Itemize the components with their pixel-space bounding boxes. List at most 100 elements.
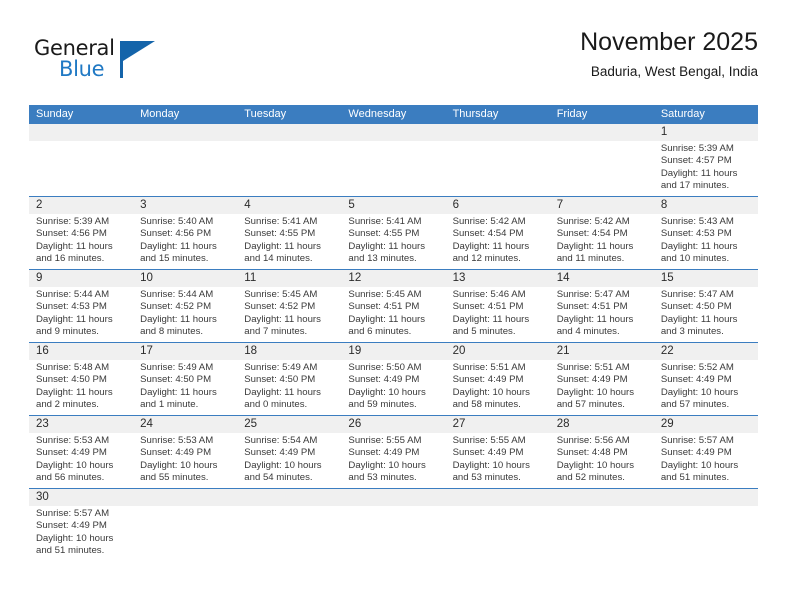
day-cell[interactable]: 25 Sunrise: 5:54 AM Sunset: 4:49 PM Dayligh… (237, 416, 341, 488)
day-cell[interactable]: 19 Sunrise: 5:50 AM Sunset: 4:49 PM Dayligh… (341, 343, 445, 415)
daylight-text-cont: and 52 minutes. (556, 471, 625, 483)
day-cell[interactable]: 16 Sunrise: 5:48 AM Sunset: 4:50 PM Dayligh… (29, 343, 133, 415)
day-number: 10 (140, 272, 153, 284)
day-cell[interactable]: 17 Sunrise: 5:49 AM Sunset: 4:50 PM Dayligh… (133, 343, 237, 415)
sunrise-text: Sunrise: 5:47 AM (556, 289, 630, 300)
logo-text-blue: Blue (59, 57, 105, 81)
day-cell[interactable]: 15 Sunrise: 5:47 AM Sunset: 4:50 PM Dayligh… (654, 270, 758, 342)
sunrise-text: Sunrise: 5:56 AM (556, 435, 630, 446)
day-details: Sunrise: 5:43 AM Sunset: 4:53 PM Daylight:… (661, 216, 752, 265)
day-cell-empty (133, 124, 237, 196)
day-cell[interactable]: 30 Sunrise: 5:57 AM Sunset: 4:49 PM Dayligh… (29, 489, 133, 567)
sunset-text: Sunset: 4:49 PM (244, 447, 316, 459)
day-number: 18 (244, 345, 258, 357)
day-details: Sunrise: 5:56 AM Sunset: 4:48 PM Daylight:… (557, 435, 648, 484)
sunrise-text: Sunrise: 5:46 AM (452, 289, 526, 300)
sunset-text: Sunset: 4:51 PM (452, 301, 524, 313)
day-number: 8 (660, 199, 668, 211)
day-cell[interactable]: 4 Sunrise: 5:41 AM Sunset: 4:55 PM Daylight… (237, 197, 341, 269)
sunrise-text: Sunrise: 5:44 AM (36, 289, 110, 300)
day-cell[interactable]: 11 Sunrise: 5:45 AM Sunset: 4:52 PM Dayligh… (237, 270, 341, 342)
general-blue-logo[interactable]: General Blue (34, 36, 204, 88)
day-details: Sunrise: 5:39 AM Sunset: 4:57 PM Daylight:… (661, 143, 752, 192)
sunrise-text: Sunrise: 5:55 AM (348, 435, 422, 446)
day-number: 20 (452, 345, 466, 357)
day-number: 12 (348, 272, 362, 284)
daylight-text-cont: and 7 minutes. (244, 325, 308, 337)
daylight-text-cont: and 54 minutes. (244, 471, 313, 483)
day-number: 17 (140, 345, 153, 357)
day-cell[interactable]: 22 Sunrise: 5:52 AM Sunset: 4:49 PM Dayligh… (654, 343, 758, 415)
sunrise-text: Sunrise: 5:39 AM (660, 143, 734, 154)
day-details: Sunrise: 5:55 AM Sunset: 4:49 PM Daylight:… (453, 435, 544, 484)
daylight-text-cont: and 11 minutes. (556, 252, 625, 264)
day-cell[interactable]: 8 Sunrise: 5:43 AM Sunset: 4:53 PM Daylight… (654, 197, 758, 269)
sunrise-text: Sunrise: 5:57 AM (660, 435, 734, 446)
calendar-week-row: 30 Sunrise: 5:57 AM Sunset: 4:49 PM Dayligh… (29, 488, 758, 567)
day-cell[interactable]: 29 Sunrise: 5:57 AM Sunset: 4:49 PM Dayligh… (654, 416, 758, 488)
sunrise-text: Sunrise: 5:41 AM (244, 216, 318, 227)
day-details: Sunrise: 5:52 AM Sunset: 4:49 PM Daylight:… (661, 362, 752, 411)
day-cell[interactable]: 2 Sunrise: 5:39 AM Sunset: 4:56 PM Daylight… (29, 197, 133, 269)
calendar-body: 1 Sunrise: 5:39 AM Sunset: 4:57 PM Daylight… (29, 124, 758, 567)
daylight-text: Daylight: 11 hours (556, 240, 634, 252)
daylight-text: Daylight: 11 hours (452, 240, 530, 252)
day-number: 28 (556, 418, 570, 430)
day-cell[interactable]: 6 Sunrise: 5:42 AM Sunset: 4:54 PM Daylight… (446, 197, 550, 269)
daylight-text: Daylight: 11 hours (660, 313, 738, 325)
daylight-text-cont: and 5 minutes. (452, 325, 516, 337)
day-cell[interactable]: 21 Sunrise: 5:51 AM Sunset: 4:49 PM Dayligh… (550, 343, 654, 415)
day-cell[interactable]: 7 Sunrise: 5:42 AM Sunset: 4:54 PM Daylight… (550, 197, 654, 269)
day-cell[interactable]: 12 Sunrise: 5:45 AM Sunset: 4:51 PM Dayligh… (341, 270, 445, 342)
sunset-text: Sunset: 4:49 PM (36, 520, 107, 532)
day-cell[interactable]: 9 Sunrise: 5:44 AM Sunset: 4:53 PM Daylight… (29, 270, 133, 342)
day-cell-empty (341, 124, 445, 196)
day-cell[interactable]: 28 Sunrise: 5:56 AM Sunset: 4:48 PM Dayligh… (550, 416, 654, 488)
day-cell-empty (654, 489, 758, 567)
day-details: Sunrise: 5:55 AM Sunset: 4:49 PM Daylight:… (348, 435, 439, 484)
sunrise-text: Sunrise: 5:49 AM (244, 362, 318, 373)
weekday-header-saturday: Saturday (660, 108, 705, 120)
day-cell[interactable]: 20 Sunrise: 5:51 AM Sunset: 4:49 PM Dayligh… (446, 343, 550, 415)
day-cell-empty (446, 489, 550, 567)
day-cell[interactable]: 24 Sunrise: 5:53 AM Sunset: 4:49 PM Dayligh… (133, 416, 237, 488)
day-details: Sunrise: 5:47 AM Sunset: 4:50 PM Daylight:… (661, 289, 752, 338)
day-cell-empty (237, 124, 341, 196)
day-cell[interactable]: 13 Sunrise: 5:46 AM Sunset: 4:51 PM Dayligh… (446, 270, 550, 342)
day-cell[interactable]: 18 Sunrise: 5:49 AM Sunset: 4:50 PM Dayligh… (237, 343, 341, 415)
sunset-text: Sunset: 4:54 PM (452, 228, 524, 240)
sunset-text: Sunset: 4:52 PM (244, 301, 316, 313)
daylight-text: Daylight: 11 hours (556, 313, 634, 325)
sunset-text: Sunset: 4:55 PM (244, 228, 316, 240)
daylight-text-cont: and 12 minutes. (452, 252, 521, 264)
day-cell[interactable]: 1 Sunrise: 5:39 AM Sunset: 4:57 PM Daylight… (654, 124, 758, 196)
day-number: 5 (348, 199, 355, 211)
daylight-text-cont: and 53 minutes. (452, 471, 521, 483)
day-cell[interactable]: 27 Sunrise: 5:55 AM Sunset: 4:49 PM Dayligh… (446, 416, 550, 488)
day-details: Sunrise: 5:53 AM Sunset: 4:49 PM Daylight:… (140, 435, 231, 484)
day-number: 26 (348, 418, 362, 430)
sunrise-text: Sunrise: 5:57 AM (36, 508, 110, 519)
day-cell[interactable]: 3 Sunrise: 5:40 AM Sunset: 4:56 PM Daylight… (133, 197, 237, 269)
day-number: 13 (452, 272, 466, 284)
daylight-text: Daylight: 11 hours (140, 240, 217, 252)
sunset-text: Sunset: 4:49 PM (556, 374, 628, 386)
sunset-text: Sunset: 4:56 PM (140, 228, 212, 240)
sunset-text: Sunset: 4:50 PM (140, 374, 212, 386)
daylight-text: Daylight: 11 hours (140, 386, 217, 398)
day-cell[interactable]: 14 Sunrise: 5:47 AM Sunset: 4:51 PM Dayligh… (550, 270, 654, 342)
daylight-text: Daylight: 10 hours (452, 459, 530, 471)
day-details: Sunrise: 5:45 AM Sunset: 4:52 PM Daylight:… (244, 289, 335, 338)
day-cell[interactable]: 26 Sunrise: 5:55 AM Sunset: 4:49 PM Dayligh… (341, 416, 445, 488)
day-number: 4 (244, 199, 251, 211)
day-cell[interactable]: 23 Sunrise: 5:53 AM Sunset: 4:49 PM Dayligh… (29, 416, 133, 488)
calendar-table: Sunday Monday Tuesday Wednesday Thursday Frid… (29, 105, 758, 567)
daylight-text: Daylight: 11 hours (140, 313, 217, 325)
day-cell[interactable]: 5 Sunrise: 5:41 AM Sunset: 4:55 PM Daylight… (341, 197, 445, 269)
daylight-text: Daylight: 10 hours (36, 459, 114, 471)
daylight-text-cont: and 15 minutes. (140, 252, 209, 264)
day-number: 6 (452, 199, 459, 211)
sunset-text: Sunset: 4:50 PM (36, 374, 107, 386)
day-cell[interactable]: 10 Sunrise: 5:44 AM Sunset: 4:52 PM Dayligh… (133, 270, 237, 342)
daylight-text-cont: and 17 minutes. (660, 179, 730, 191)
